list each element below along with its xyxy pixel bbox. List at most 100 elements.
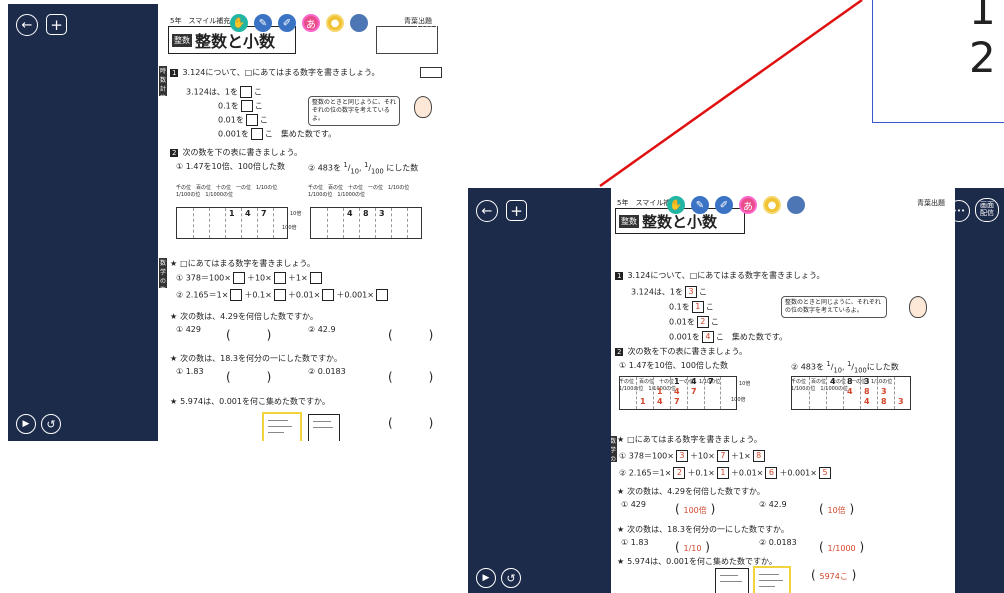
- hiragana-icon[interactable]: あ: [739, 196, 757, 214]
- marker-icon[interactable]: ✐: [278, 14, 296, 32]
- answer-paren[interactable]: ( ): [226, 368, 271, 385]
- s2-text: ★ 次の数は、4.29を何倍した数ですか。: [617, 487, 765, 496]
- more-button-right[interactable]: •••: [417, 16, 437, 36]
- answer-box[interactable]: [322, 289, 335, 301]
- place-table-left: 1 4 7: [176, 207, 288, 239]
- more-tool-icon[interactable]: [350, 14, 368, 32]
- answer-box[interactable]: [250, 128, 263, 140]
- play-button[interactable]: ▶: [16, 414, 36, 434]
- table-digit: 1: [229, 209, 235, 218]
- q1-line-3: 0.01をこ: [218, 114, 268, 126]
- answer-box[interactable]: [240, 100, 253, 112]
- table-digit: 4: [347, 209, 353, 218]
- answer-box[interactable]: 7: [716, 450, 729, 462]
- answer-paren[interactable]: ( 5974こ ): [811, 568, 856, 582]
- mic-icon[interactable]: ●: [763, 196, 781, 214]
- table-digit: 1: [674, 377, 680, 386]
- pen-icon[interactable]: ✎: [254, 14, 272, 32]
- page-thumbnail-2[interactable]: [753, 566, 791, 593]
- mic-icon[interactable]: ●: [326, 14, 344, 32]
- table-digit-answer: 4: [674, 387, 680, 396]
- hand-icon[interactable]: ✋: [230, 14, 248, 32]
- pen-icon[interactable]: ✎: [691, 196, 709, 214]
- play-button[interactable]: ▶: [476, 568, 496, 588]
- character-icon: [414, 96, 432, 118]
- answer-paren[interactable]: ( ): [226, 326, 271, 343]
- reset-button[interactable]: ↺: [41, 414, 61, 434]
- title-icon: 整数: [172, 33, 192, 47]
- place-headers-left: 千の位 百の位 十の位 一の位 1/10の位 1/100の位 1/1000の位: [176, 185, 283, 198]
- hand-icon[interactable]: ✋: [667, 196, 685, 214]
- answer-paren[interactable]: ( ): [388, 326, 433, 343]
- answer-paren[interactable]: ( ): [388, 368, 433, 385]
- answer-paren[interactable]: ( 10倍 ): [819, 502, 854, 516]
- answer-box[interactable]: [375, 289, 388, 301]
- answer-box[interactable]: [273, 272, 286, 284]
- s2-text: ★ 次の数は、4.29を何倍した数ですか。: [170, 312, 318, 321]
- side-tag-2: 数学の準備: [159, 258, 167, 303]
- s4-text: ★ 5.974は、0.001を何こ集めた数ですか。: [170, 397, 330, 406]
- table-digit-answer: 4: [847, 387, 853, 396]
- answer-paren[interactable]: ( 1/10 ): [675, 540, 710, 554]
- back-button[interactable]: ←: [16, 14, 38, 36]
- answer-paren[interactable]: ( ): [388, 414, 433, 431]
- add-button[interactable]: +: [506, 200, 527, 221]
- grade-series: 5年 スマイル補充: [170, 17, 231, 25]
- table-digit: 7: [708, 377, 714, 386]
- more-tool-icon[interactable]: [787, 196, 805, 214]
- s1-text: ★ □にあてはまる数字を書きましょう。: [170, 259, 315, 268]
- answer-box[interactable]: 8: [752, 450, 765, 462]
- answer-box[interactable]: [240, 86, 252, 98]
- answer-box[interactable]: 1: [691, 301, 704, 313]
- answer-box[interactable]: 3: [675, 450, 688, 462]
- answer-box[interactable]: [273, 289, 286, 301]
- answer-paren[interactable]: ( 100倍 ): [675, 502, 715, 516]
- q1-line-2: 0.1を 1 こ: [669, 301, 714, 313]
- answer-box[interactable]: [245, 114, 258, 126]
- answer-box[interactable]: [230, 289, 243, 301]
- side-tag-1: 時数 計算練習: [159, 66, 167, 120]
- answer-box[interactable]: [309, 272, 322, 284]
- q1-text: 1 3.124について、□にあてはまる数字を書きましょう。: [170, 68, 380, 77]
- viewer-answers: ← + ••• 画面 配信 ▶ ↺ 5年 スマイル補充 青葉出題 整数 整数と小…: [468, 188, 1004, 593]
- page-thumbnail-1[interactable]: [262, 412, 302, 441]
- answer-box[interactable]: 1: [716, 467, 729, 479]
- add-button[interactable]: +: [46, 14, 67, 35]
- answer-box[interactable]: 3: [685, 286, 697, 298]
- reset-button[interactable]: ↺: [501, 568, 521, 588]
- table-digit-answer: 3: [881, 387, 887, 396]
- table-digit-answer: 7: [674, 397, 680, 406]
- answer-box[interactable]: 2: [696, 316, 709, 328]
- character-icon: [909, 296, 927, 318]
- zoom-callout: 1 2: [872, 0, 1004, 123]
- hiragana-icon[interactable]: あ: [302, 14, 320, 32]
- table-digit-answer: 8: [864, 387, 870, 396]
- q1-text: 1 3.124について、□にあてはまる数字を書きましょう。: [615, 271, 825, 280]
- screen-delivery-button[interactable]: 画面 配信: [975, 198, 999, 222]
- table-digit-answer: 1: [657, 387, 663, 396]
- page-thumbnail-2[interactable]: [308, 414, 340, 441]
- s2-a: ① 429: [176, 325, 201, 334]
- answer-box[interactable]: 6: [765, 467, 778, 479]
- table-digit: 4: [830, 377, 836, 386]
- s2-a: ① 429: [621, 500, 646, 509]
- page-thumbnail-1[interactable]: [715, 568, 749, 593]
- arrow-label-100: 100倍: [282, 225, 297, 231]
- s1-eq2: ② 2.165＝1× ＋0.1× ＋0.01× ＋0.001×: [176, 289, 390, 301]
- arrow-label-10: 10倍: [739, 381, 751, 387]
- answer-box[interactable]: [232, 272, 245, 284]
- marker-icon[interactable]: ✐: [715, 196, 733, 214]
- answer-box[interactable]: 5: [818, 467, 831, 479]
- table-digit-answer: 7: [691, 387, 697, 396]
- place-table-right: 4 8 3: [310, 207, 422, 239]
- q1-line-4: 0.001を 4 こ 集めた数です。: [669, 331, 788, 343]
- q1-line-4: 0.001をこ 集めた数です。: [218, 128, 337, 140]
- answer-box[interactable]: 4: [701, 331, 714, 343]
- answer-paren[interactable]: ( 1/1000 ): [819, 540, 864, 554]
- arrow-label-10: 10倍: [290, 211, 302, 217]
- table-digit-answer: 8: [881, 397, 887, 406]
- answer-box[interactable]: 2: [673, 467, 686, 479]
- table-digit: 3: [379, 209, 385, 218]
- back-button[interactable]: ←: [476, 200, 498, 222]
- arrow-label-100: 100倍: [731, 397, 746, 403]
